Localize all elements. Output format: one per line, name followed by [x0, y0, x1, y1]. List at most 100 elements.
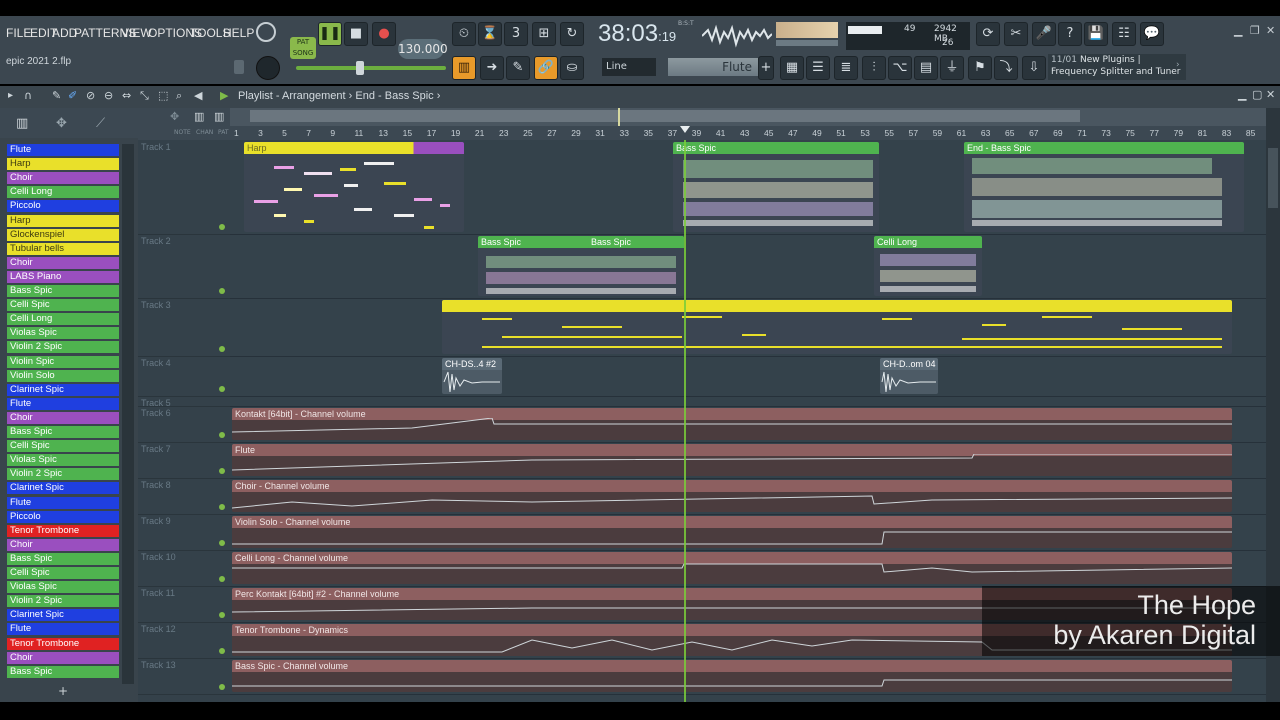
track-enable-led[interactable]: [219, 432, 225, 438]
paint-icon[interactable]: ✐: [68, 89, 77, 102]
clip-bass-spic-1[interactable]: Bass Spic: [673, 142, 879, 232]
delete-tool-icon[interactable]: ⊘: [86, 89, 95, 102]
channel-item[interactable]: Choir: [7, 411, 119, 424]
master-volume-knob[interactable]: [256, 22, 276, 42]
track-enable-led[interactable]: [219, 468, 225, 474]
metronome-button[interactable]: ⏲: [452, 22, 476, 46]
news-panel[interactable]: 11/01 New Plugins | Frequency Splitter a…: [1048, 54, 1186, 80]
channel-item[interactable]: Clarinet Spic: [7, 609, 119, 622]
loop-record-button[interactable]: ↻: [560, 22, 584, 46]
snap-select[interactable]: Line: [602, 58, 656, 76]
playlist-minimize-icon[interactable]: ▁: [1238, 88, 1246, 101]
add-pattern-icon[interactable]: +: [58, 684, 68, 698]
tool-button-1[interactable]: ▦: [780, 56, 804, 80]
draw-tool-button[interactable]: ✎: [506, 56, 530, 80]
track-enable-led[interactable]: [219, 684, 225, 690]
channel-item[interactable]: Flute: [7, 623, 119, 636]
track-enable-led[interactable]: [219, 224, 225, 230]
mixer-button[interactable]: ☷: [1112, 22, 1136, 46]
master-pitch-knob[interactable]: [256, 56, 280, 80]
tool-button-2[interactable]: ☰: [806, 56, 830, 80]
overview-thumb[interactable]: [250, 110, 1080, 122]
channel-item[interactable]: Tenor Trombone: [7, 637, 119, 650]
close-icon[interactable]: ✕: [1266, 24, 1275, 37]
channel-item[interactable]: Piccolo: [7, 510, 119, 523]
playlist-close-icon[interactable]: ✕: [1266, 88, 1275, 101]
track-header[interactable]: Track 13: [138, 658, 230, 695]
track-header[interactable]: Track 1: [138, 140, 230, 235]
channel-item[interactable]: Harp: [7, 158, 119, 171]
help-button[interactable]: ?: [1058, 22, 1082, 46]
playlist-maximize-icon[interactable]: ▢: [1252, 88, 1262, 101]
mic-button[interactable]: 🎤: [1032, 22, 1056, 46]
link-button[interactable]: 🔗: [534, 56, 558, 80]
track-enable-led[interactable]: [219, 648, 225, 654]
track-header[interactable]: Track 6: [138, 406, 230, 443]
cut-tool-button[interactable]: ✂: [1004, 22, 1028, 46]
track-enable-led[interactable]: [219, 288, 225, 294]
countdown-button[interactable]: 3: [504, 22, 528, 46]
save-button[interactable]: 💾: [1084, 22, 1108, 46]
channel-item[interactable]: Celli Long: [7, 313, 119, 326]
magnet-icon[interactable]: ∩: [24, 89, 32, 102]
restore-icon[interactable]: ❐: [1250, 24, 1260, 37]
tool-button-5[interactable]: ⌥: [888, 56, 912, 80]
chat-button[interactable]: 💬: [1140, 22, 1164, 46]
minimize-icon[interactable]: ▁: [1234, 24, 1242, 37]
track-enable-led[interactable]: [219, 540, 225, 546]
stop-button[interactable]: ■: [344, 22, 368, 46]
channel-item[interactable]: Glockenspiel: [7, 228, 119, 241]
next-button[interactable]: ➜: [480, 56, 504, 80]
channel-item[interactable]: Violin 2 Spic: [7, 595, 119, 608]
plug-icon-small[interactable]: ⟋: [96, 116, 105, 131]
crosshair-icon-2[interactable]: ✥: [170, 110, 179, 123]
channel-item[interactable]: Violas Spic: [7, 581, 119, 594]
master-volume-slider[interactable]: [296, 66, 446, 70]
track-header[interactable]: Track 7: [138, 442, 230, 479]
tool-button-6[interactable]: ▤: [914, 56, 938, 80]
step-edit-button[interactable]: ⊞: [532, 22, 556, 46]
channel-item[interactable]: Bass Spic: [7, 552, 119, 565]
track-header[interactable]: Track 9: [138, 514, 230, 551]
channel-item[interactable]: Celli Spic: [7, 299, 119, 312]
slider-handle[interactable]: [356, 61, 364, 75]
track-header[interactable]: Track 4: [138, 356, 230, 397]
lane-track-4[interactable]: [230, 356, 1266, 397]
track-header[interactable]: Track 12: [138, 622, 230, 659]
automation-clip[interactable]: Choir - Channel volume: [232, 480, 1232, 512]
channel-item[interactable]: Bass Spic: [7, 665, 119, 678]
clip-end-bass-spic[interactable]: End - Bass Spic: [964, 142, 1244, 232]
tool-button-8[interactable]: ⚑: [968, 56, 992, 80]
channel-item[interactable]: Violas Spic: [7, 454, 119, 467]
channel-item[interactable]: Choir: [7, 651, 119, 664]
channel-scrollbar[interactable]: [122, 144, 134, 684]
playlist-button[interactable]: ▥: [452, 56, 476, 80]
channel-selector[interactable]: Flute: [668, 58, 758, 76]
automation-clip[interactable]: Bass Spic - Channel volume: [232, 660, 1232, 692]
channel-item[interactable]: Piccolo: [7, 200, 119, 213]
tool-button-9[interactable]: ⤵: [994, 56, 1018, 80]
select-tool-icon[interactable]: ⬚: [158, 89, 168, 102]
menu-file[interactable]: FILE: [6, 26, 31, 40]
chevron-right-icon[interactable]: ›: [1176, 60, 1180, 70]
channel-item[interactable]: Flute: [7, 144, 119, 156]
timeline-ruler[interactable]: 1 3 5 7 9 11 13 15 17 19 21 23 25 27 29 31 33 35 37 39 41 43 4…: [230, 126, 1266, 140]
pause-button[interactable]: ❚❚: [318, 22, 342, 46]
undo-button[interactable]: ⟳: [976, 22, 1000, 46]
menu-arrow-icon[interactable]: ▸: [8, 90, 13, 101]
track-enable-led[interactable]: [219, 504, 225, 510]
clip-audio-2[interactable]: CH-D..om 04: [880, 358, 938, 394]
automation-clip[interactable]: Celli Long - Channel volume: [232, 552, 1232, 584]
playhead-marker[interactable]: [680, 126, 690, 133]
pencil-tool-icon[interactable]: ✎: [52, 89, 61, 102]
channel-item[interactable]: Celli Long: [7, 186, 119, 199]
channel-item[interactable]: Violas Spic: [7, 327, 119, 340]
channel-item[interactable]: Flute: [7, 397, 119, 410]
track-enable-led[interactable]: [219, 386, 225, 392]
mute-tool-icon[interactable]: ⊖: [104, 89, 113, 102]
crosshair-icon[interactable]: ✥: [56, 116, 67, 131]
automation-clip[interactable]: Flute: [232, 444, 1232, 476]
track-enable-led[interactable]: [219, 612, 225, 618]
stamp-button[interactable]: ⛀: [560, 56, 584, 80]
track-header[interactable]: Track 8: [138, 478, 230, 515]
